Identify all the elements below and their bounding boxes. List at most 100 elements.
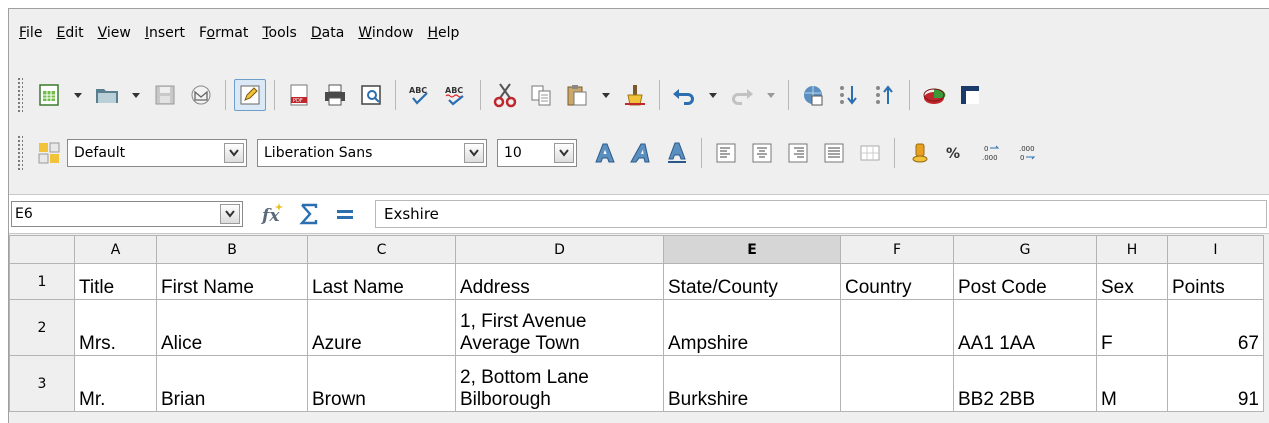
cell[interactable]: Azure <box>307 299 456 356</box>
toolbar-grip[interactable] <box>17 135 23 171</box>
column-header-i[interactable]: I <box>1167 235 1264 264</box>
add-decimal-icon[interactable]: 0.000 <box>975 137 1007 169</box>
apply-style-combo[interactable]: Default <box>67 139 247 167</box>
styles-formatting-icon[interactable] <box>33 137 65 169</box>
cut-icon[interactable] <box>489 79 521 111</box>
bold-icon[interactable] <box>589 137 621 169</box>
email-document-icon[interactable] <box>185 79 217 111</box>
align-right-icon[interactable] <box>782 137 814 169</box>
cell[interactable]: Address <box>455 263 664 300</box>
open-dropdown-icon[interactable] <box>127 79 145 111</box>
open-folder-icon[interactable] <box>91 79 123 111</box>
paste-icon[interactable] <box>561 79 593 111</box>
percent-format-icon[interactable]: % <box>939 137 971 169</box>
row-header[interactable]: 2 <box>9 299 75 356</box>
cell[interactable]: AA1 1AA <box>953 299 1097 356</box>
cell[interactable]: 91 <box>1167 355 1264 412</box>
cell[interactable]: BB2 2BB <box>953 355 1097 412</box>
insert-chart-icon[interactable] <box>918 79 950 111</box>
cell[interactable]: Title <box>74 263 157 300</box>
chevron-down-icon[interactable] <box>464 143 484 163</box>
cell[interactable]: Points <box>1167 263 1264 300</box>
merge-cells-icon[interactable] <box>854 137 886 169</box>
cell[interactable]: F <box>1096 299 1168 356</box>
cell[interactable]: State/County <box>663 263 841 300</box>
new-dropdown-icon[interactable] <box>69 79 87 111</box>
cell[interactable] <box>840 299 954 356</box>
column-header-c[interactable]: C <box>307 235 456 264</box>
column-header-d[interactable]: D <box>455 235 664 264</box>
hyperlink-icon[interactable] <box>797 79 829 111</box>
chevron-down-icon[interactable] <box>554 143 574 163</box>
print-preview-icon[interactable] <box>355 79 387 111</box>
cell[interactable]: 1, First Avenue Average Town <box>455 299 664 356</box>
menu-insert[interactable]: Insert <box>145 25 185 41</box>
column-header-f[interactable]: F <box>840 235 954 264</box>
sort-ascending-icon[interactable] <box>833 79 865 111</box>
menu-view[interactable]: View <box>98 25 131 41</box>
cell[interactable]: Ampshire <box>663 299 841 356</box>
pivot-table-icon[interactable] <box>954 79 986 111</box>
currency-format-icon[interactable] <box>903 137 935 169</box>
menu-help[interactable]: Help <box>428 25 460 41</box>
column-header-e[interactable]: E <box>663 235 841 264</box>
cell[interactable]: Mr. <box>74 355 157 412</box>
menu-window[interactable]: Window <box>358 25 413 41</box>
sort-descending-icon[interactable] <box>869 79 901 111</box>
cell[interactable]: Post Code <box>953 263 1097 300</box>
function-wizard-icon[interactable]: fx <box>255 199 291 229</box>
cell[interactable]: Brian <box>156 355 308 412</box>
undo-icon[interactable] <box>668 79 700 111</box>
cell[interactable]: Country <box>840 263 954 300</box>
remove-decimal-icon[interactable]: .000 0 <box>1011 137 1043 169</box>
chevron-down-icon[interactable] <box>220 204 240 224</box>
cell[interactable] <box>840 355 954 412</box>
menu-tools[interactable]: Tools <box>262 25 297 41</box>
undo-dropdown-icon[interactable] <box>704 79 722 111</box>
edit-mode-icon[interactable] <box>234 79 266 111</box>
select-all-corner[interactable] <box>9 235 75 264</box>
row-header[interactable]: 3 <box>9 355 75 412</box>
autospellcheck-icon[interactable]: ABC <box>440 79 472 111</box>
menu-data[interactable]: Data <box>311 25 344 41</box>
sum-icon[interactable] <box>291 199 327 229</box>
menu-format[interactable]: Format <box>199 25 248 41</box>
name-box[interactable]: E6 <box>11 201 243 227</box>
new-spreadsheet-icon[interactable] <box>33 79 65 111</box>
column-header-g[interactable]: G <box>953 235 1097 264</box>
cell[interactable]: Mrs. <box>74 299 157 356</box>
clone-formatting-icon[interactable] <box>619 79 651 111</box>
align-center-icon[interactable] <box>746 137 778 169</box>
redo-icon[interactable] <box>726 79 758 111</box>
cell[interactable]: Brown <box>307 355 456 412</box>
cell[interactable]: Last Name <box>307 263 456 300</box>
menu-file[interactable]: File <box>19 25 42 41</box>
spellcheck-icon[interactable]: ABC <box>404 79 436 111</box>
paste-dropdown-icon[interactable] <box>597 79 615 111</box>
cell[interactable]: Burkshire <box>663 355 841 412</box>
formula-icon[interactable] <box>327 199 363 229</box>
align-left-icon[interactable] <box>710 137 742 169</box>
cell[interactable]: 67 <box>1167 299 1264 356</box>
menu-edit[interactable]: Edit <box>56 25 83 41</box>
cell[interactable]: 2, Bottom Lane Bilborough <box>455 355 664 412</box>
cell[interactable]: Sex <box>1096 263 1168 300</box>
toolbar-grip[interactable] <box>17 77 23 113</box>
cell[interactable]: M <box>1096 355 1168 412</box>
underline-icon[interactable] <box>661 137 693 169</box>
column-header-a[interactable]: A <box>74 235 157 264</box>
export-pdf-icon[interactable]: PDF <box>283 79 315 111</box>
cell[interactable]: First Name <box>156 263 308 300</box>
column-header-h[interactable]: H <box>1096 235 1168 264</box>
row-header[interactable]: 1 <box>9 263 75 300</box>
cell[interactable]: Alice <box>156 299 308 356</box>
italic-icon[interactable] <box>625 137 657 169</box>
redo-dropdown-icon[interactable] <box>762 79 780 111</box>
font-name-combo[interactable]: Liberation Sans <box>257 139 487 167</box>
save-icon[interactable] <box>149 79 181 111</box>
justify-icon[interactable] <box>818 137 850 169</box>
font-size-combo[interactable]: 10 <box>497 139 577 167</box>
copy-icon[interactable] <box>525 79 557 111</box>
chevron-down-icon[interactable] <box>224 143 244 163</box>
print-icon[interactable] <box>319 79 351 111</box>
